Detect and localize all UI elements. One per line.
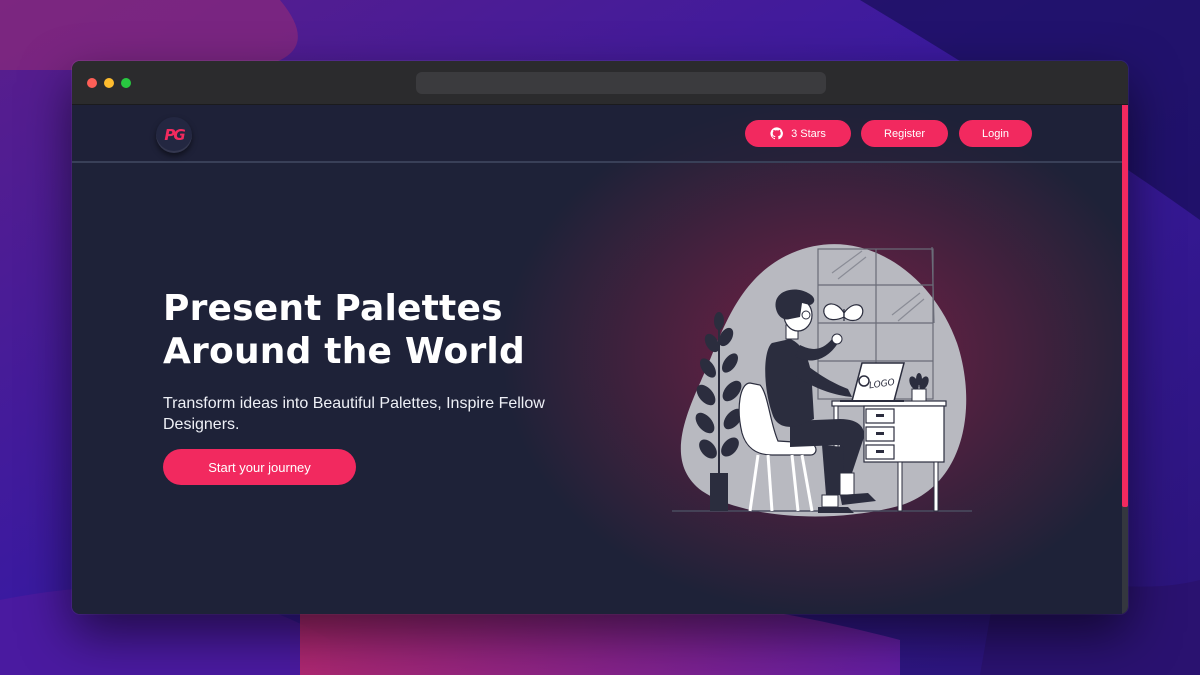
browser-titlebar xyxy=(72,61,1128,105)
page-viewport: PG 3 Stars Register Login Present Palett… xyxy=(72,105,1128,614)
page-scrollbar[interactable] xyxy=(1122,105,1128,614)
hero-title-line-1: Present Palettes xyxy=(163,288,503,329)
github-icon xyxy=(770,127,783,140)
hero-title: Present Palettes Around the World xyxy=(163,287,643,373)
address-bar[interactable] xyxy=(416,72,826,94)
maximize-window-button[interactable] xyxy=(121,78,131,88)
github-stars-button[interactable]: 3 Stars xyxy=(745,120,851,147)
site-navbar: PG 3 Stars Register Login xyxy=(72,105,1122,163)
designer-at-desk-illustration: LOGO xyxy=(672,244,972,517)
hero-subtitle: Transform ideas into Beautiful Palettes,… xyxy=(163,395,545,433)
hero-title-line-2: Around the World xyxy=(163,331,525,372)
browser-window: PG 3 Stars Register Login Present Palett… xyxy=(72,61,1128,614)
minimize-window-button[interactable] xyxy=(104,78,114,88)
scrollbar-thumb[interactable] xyxy=(1122,105,1128,507)
login-button[interactable]: Login xyxy=(959,120,1032,147)
github-stars-label: 3 Stars xyxy=(791,127,826,140)
close-window-button[interactable] xyxy=(87,78,97,88)
start-journey-button[interactable]: Start your journey xyxy=(163,449,356,485)
site-logo[interactable]: PG xyxy=(156,117,192,153)
register-button[interactable]: Register xyxy=(861,120,948,147)
